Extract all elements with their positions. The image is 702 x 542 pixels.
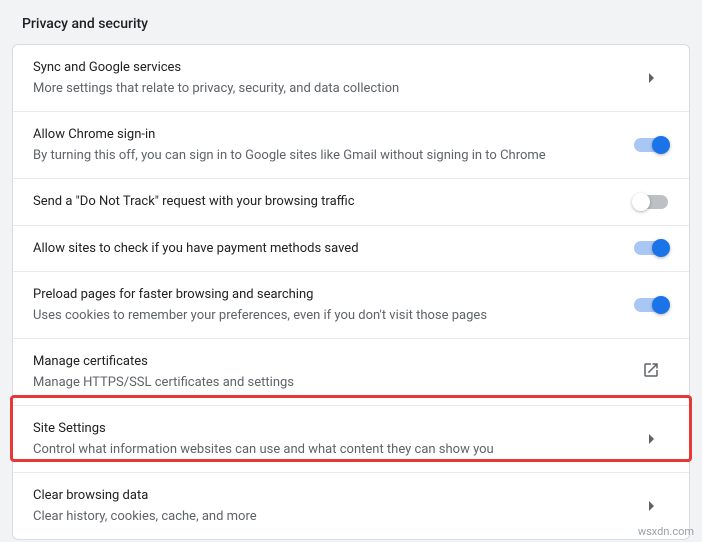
settings-card: Sync and Google services More settings t…: [12, 44, 690, 540]
row-control: [633, 501, 669, 511]
chevron-right-icon: [649, 434, 654, 444]
row-text: Preload pages for faster browsing and se…: [33, 285, 617, 325]
row-sync-google-services[interactable]: Sync and Google services More settings t…: [13, 45, 689, 112]
row-title: Allow Chrome sign-in: [33, 125, 617, 145]
row-subtitle: More settings that relate to privacy, se…: [33, 79, 617, 99]
toggle-payment[interactable]: [634, 241, 668, 255]
watermark: wsxdn.com: [638, 525, 694, 538]
row-allow-chrome-signin[interactable]: Allow Chrome sign-in By turning this off…: [13, 112, 689, 179]
toggle-thumb: [652, 136, 670, 154]
row-title: Clear browsing data: [33, 486, 617, 506]
row-text: Allow sites to check if you have payment…: [33, 239, 617, 259]
external-link-icon: [642, 361, 660, 383]
row-text: Site Settings Control what information w…: [33, 419, 617, 459]
chevron-right-icon: [649, 501, 654, 511]
row-subtitle: Manage HTTPS/SSL certificates and settin…: [33, 373, 617, 393]
row-title: Site Settings: [33, 419, 617, 439]
row-text: Manage certificates Manage HTTPS/SSL cer…: [33, 352, 617, 392]
row-subtitle: Control what information websites can us…: [33, 440, 617, 460]
toggle-dnt[interactable]: [634, 195, 668, 209]
toggle-preload[interactable]: [634, 298, 668, 312]
row-title: Allow sites to check if you have payment…: [33, 239, 617, 259]
row-control: [633, 361, 669, 383]
row-control: [633, 138, 669, 152]
row-title: Manage certificates: [33, 352, 617, 372]
row-subtitle: Clear history, cookies, cache, and more: [33, 507, 617, 527]
row-subtitle: By turning this off, you can sign in to …: [33, 146, 617, 166]
row-control: [633, 195, 669, 209]
toggle-thumb: [652, 296, 670, 314]
row-do-not-track[interactable]: Send a "Do Not Track" request with your …: [13, 179, 689, 226]
row-text: Sync and Google services More settings t…: [33, 58, 617, 98]
row-clear-browsing-data[interactable]: Clear browsing data Clear history, cooki…: [13, 473, 689, 539]
row-title: Preload pages for faster browsing and se…: [33, 285, 617, 305]
row-control: [633, 298, 669, 312]
toggle-thumb: [652, 239, 670, 257]
row-manage-certificates[interactable]: Manage certificates Manage HTTPS/SSL cer…: [13, 339, 689, 406]
chevron-right-icon: [649, 73, 654, 83]
row-text: Clear browsing data Clear history, cooki…: [33, 486, 617, 526]
section-title: Privacy and security: [12, 12, 690, 44]
row-site-settings[interactable]: Site Settings Control what information w…: [13, 406, 689, 473]
row-subtitle: Uses cookies to remember your preference…: [33, 306, 617, 326]
row-text: Send a "Do Not Track" request with your …: [33, 192, 617, 212]
row-payment-methods[interactable]: Allow sites to check if you have payment…: [13, 226, 689, 273]
row-control: [633, 241, 669, 255]
row-title: Sync and Google services: [33, 58, 617, 78]
toggle-signin[interactable]: [634, 138, 668, 152]
toggle-thumb: [632, 193, 650, 211]
row-preload-pages[interactable]: Preload pages for faster browsing and se…: [13, 272, 689, 339]
row-title: Send a "Do Not Track" request with your …: [33, 192, 617, 212]
row-control: [633, 73, 669, 83]
row-text: Allow Chrome sign-in By turning this off…: [33, 125, 617, 165]
row-control: [633, 434, 669, 444]
